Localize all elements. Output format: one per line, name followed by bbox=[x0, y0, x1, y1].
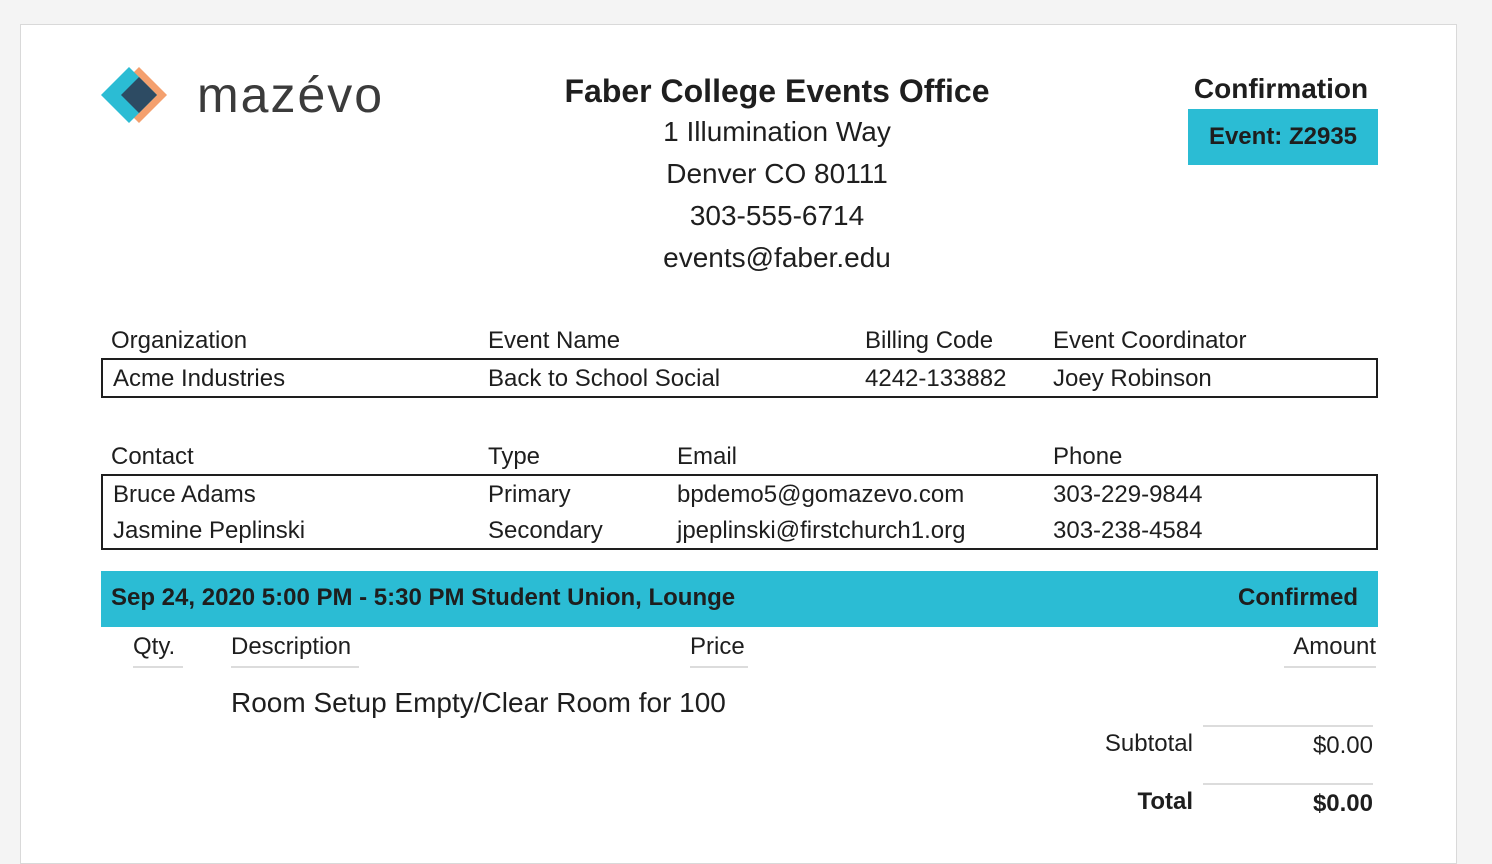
subtotal-divider bbox=[1203, 725, 1373, 727]
subtotal-label: Subtotal bbox=[1104, 730, 1193, 757]
office-address-line1: 1 Illumination Way bbox=[663, 116, 891, 147]
event-coordinator-value: Joey Robinson bbox=[1053, 365, 1212, 392]
header-event-coordinator: Event Coordinator bbox=[1053, 327, 1247, 354]
office-name: Faber College Events Office bbox=[564, 73, 990, 109]
booking-header-band: Sep 24, 2020 5:00 PM - 5:30 PM Student U… bbox=[101, 571, 1378, 627]
header-event-name: Event Name bbox=[488, 327, 621, 354]
mazevo-logo-icon bbox=[101, 67, 167, 123]
contact-phone: 303-229-9844 bbox=[1053, 481, 1203, 508]
header-billing-code: Billing Code bbox=[865, 327, 994, 354]
contact-phone: 303-238-4584 bbox=[1053, 517, 1203, 544]
line-item-description: Room Setup Empty/Clear Room for 100 bbox=[231, 687, 726, 718]
header-email: Email bbox=[677, 443, 738, 470]
subtotal-value: $0.00 bbox=[1312, 732, 1373, 759]
column-amount: Amount bbox=[1284, 632, 1376, 668]
contact-name: Jasmine Peplinski bbox=[113, 517, 306, 544]
event-name-value: Back to School Social bbox=[488, 365, 721, 392]
header-phone: Phone bbox=[1053, 443, 1123, 470]
office-phone: 303-555-6714 bbox=[689, 200, 865, 231]
confirmation-title: Confirmation bbox=[1193, 73, 1369, 104]
mazevo-logo: mazévo bbox=[101, 65, 421, 125]
contact-type: Secondary bbox=[488, 517, 603, 544]
header-organization: Organization bbox=[111, 327, 248, 354]
header-contact: Contact bbox=[111, 443, 194, 470]
contact-email: bpdemo5@gomazevo.com bbox=[677, 481, 965, 508]
event-id-badge: Event: Z2935 bbox=[1188, 109, 1378, 165]
header-type: Type bbox=[488, 443, 541, 470]
column-price: Price bbox=[690, 632, 748, 668]
contacts-box: Bruce Adams Primary bpdemo5@gomazevo.com… bbox=[101, 474, 1378, 550]
contact-email: jpeplinski@firstchurch1.org bbox=[677, 517, 966, 544]
office-header: Faber College Events Office 1 Illuminati… bbox=[421, 71, 1133, 279]
total-label: Total bbox=[1137, 788, 1193, 815]
billing-code-value: 4242-133882 bbox=[865, 365, 1007, 392]
contact-type: Primary bbox=[488, 481, 571, 508]
confirmation-document: mazévo Faber College Events Office 1 Ill… bbox=[20, 24, 1457, 864]
column-qty: Qty. bbox=[133, 632, 183, 668]
brand-name: mazévo bbox=[197, 67, 385, 123]
office-email: events@faber.edu bbox=[663, 242, 891, 273]
total-divider bbox=[1203, 783, 1373, 785]
contact-name: Bruce Adams bbox=[113, 481, 256, 508]
organization-value: Acme Industries bbox=[113, 365, 286, 392]
event-info-box: Acme Industries Back to School Social 42… bbox=[101, 358, 1378, 398]
booking-summary: Sep 24, 2020 5:00 PM - 5:30 PM Student U… bbox=[111, 584, 736, 611]
office-address-line2: Denver CO 80111 bbox=[666, 158, 888, 189]
booking-status: Confirmed bbox=[1238, 584, 1358, 611]
total-value: $0.00 bbox=[1312, 790, 1373, 817]
column-description: Description bbox=[231, 632, 359, 668]
